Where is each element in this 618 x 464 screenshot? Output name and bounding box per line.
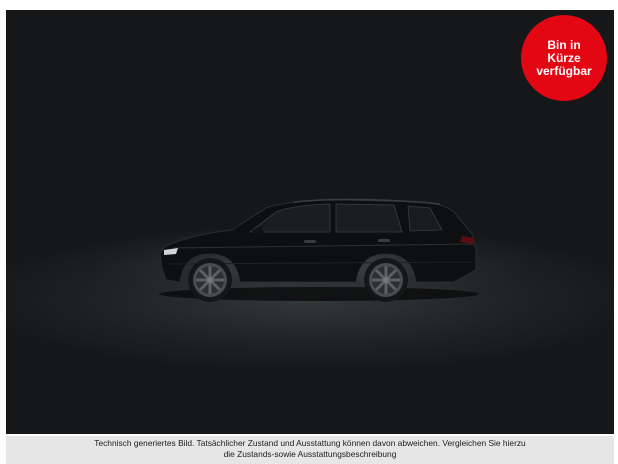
vehicle-image-stage[interactable] xyxy=(6,10,614,434)
disclaimer-line-1: Technisch generiertes Bild. Tatsächliche… xyxy=(94,438,526,448)
badge-line-3: verfügbar xyxy=(536,63,592,78)
badge-line-1: Bin in xyxy=(547,37,581,52)
car-side-view-icon xyxy=(159,198,479,302)
badge-line-2: Kürze xyxy=(547,50,581,65)
image-disclaimer: Technisch generiertes Bild. Tatsächliche… xyxy=(6,436,614,464)
availability-badge: Bin in Kürze verfügbar xyxy=(521,15,607,101)
disclaimer-line-2: die Zustands-sowie Ausstattungsbeschreib… xyxy=(223,448,397,459)
